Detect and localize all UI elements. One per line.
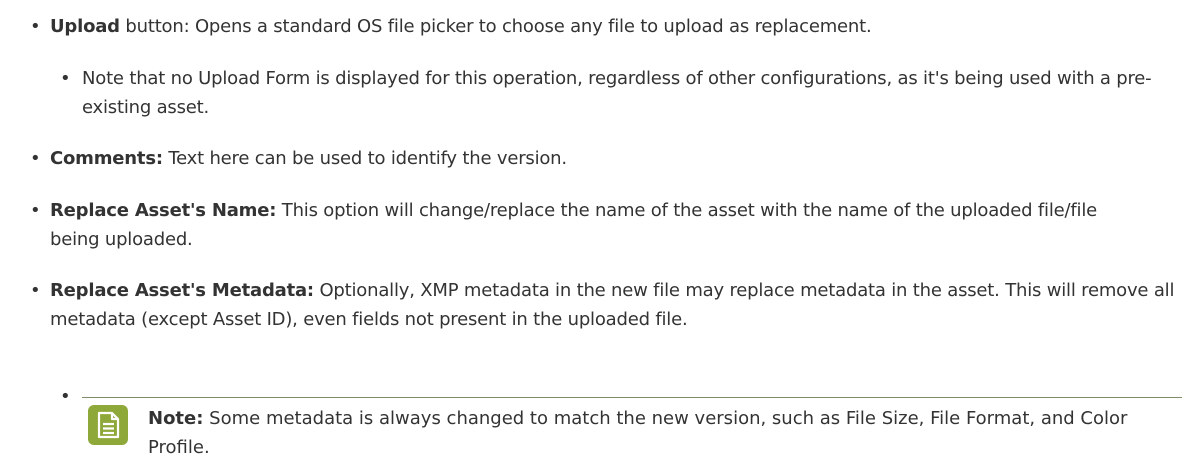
item-desc: Note that no Upload Form is displayed fo… [82,68,1152,118]
item-label: Comments: [50,148,163,169]
list-item-text: Upload button: Opens a standard OS file … [50,12,1170,41]
item-desc: button: Opens a standard OS file picker … [119,16,872,37]
document-page: • Upload button: Opens a standard OS fil… [0,0,1190,475]
bullet: • [30,280,41,301]
note-label: Note: [148,408,204,429]
note-icon [88,405,128,445]
note-text: Note: Some metadata is always changed to… [148,404,1158,462]
bullet: • [60,386,71,407]
list-item-text: Replace Asset's Metadata: Optionally, XM… [50,276,1175,334]
bullet: • [30,200,41,221]
item-label: Replace Asset's Name: [50,200,277,221]
list-item-text: Comments: Text here can be used to ident… [50,144,1170,173]
item-label: Upload [50,16,120,37]
bullet: • [60,68,71,89]
note-callout: Note: Some metadata is always changed to… [82,397,1182,474]
item-label: Replace Asset's Metadata: [50,280,314,301]
list-item-text: Note that no Upload Form is displayed fo… [82,64,1172,122]
list-item-text: Replace Asset's Name: This option will c… [50,196,1140,254]
item-desc: Text here can be used to identify the ve… [162,148,567,169]
bullet: • [30,16,41,37]
note-body: Some metadata is always changed to match… [148,408,1128,458]
bullet: • [30,148,41,169]
